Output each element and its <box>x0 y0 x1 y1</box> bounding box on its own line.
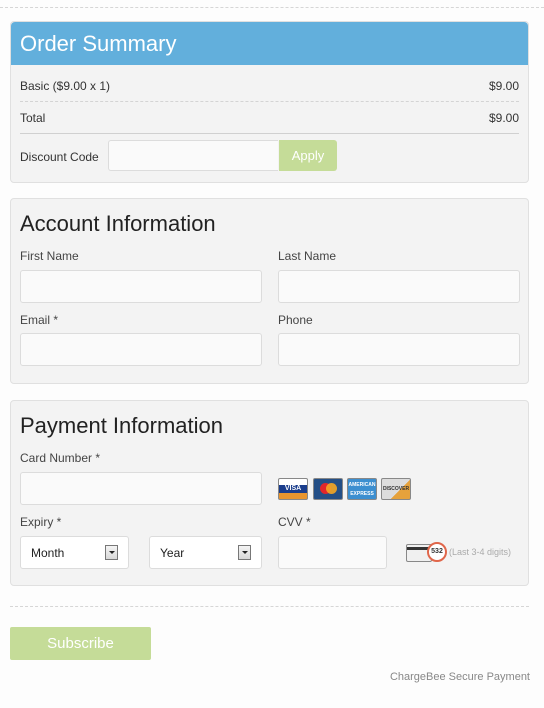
first-name-input[interactable] <box>20 270 262 303</box>
expiry-month-value: Month <box>31 546 65 560</box>
total-label: Total <box>20 111 46 125</box>
card-number-input[interactable] <box>20 472 262 505</box>
mastercard-card-icon <box>313 478 343 500</box>
expiry-label: Expiry * <box>20 515 62 529</box>
email-input[interactable] <box>20 333 262 366</box>
account-information-title: Account Information <box>20 211 216 236</box>
phone-input[interactable] <box>278 333 520 366</box>
email-label: Email * <box>20 313 59 327</box>
chevron-down-icon[interactable] <box>238 545 251 560</box>
account-information-panel: Account Information First Name Last Name… <box>10 198 529 384</box>
expiry-month-select[interactable]: Month <box>20 536 129 569</box>
line-item-row: Basic ($9.00 x 1) $9.00 <box>20 79 519 93</box>
expiry-year-select[interactable]: Year <box>149 536 262 569</box>
visa-card-icon: VISA <box>278 478 308 500</box>
payment-information-panel: Payment Information Card Number * VISA A… <box>10 400 529 586</box>
subscribe-button[interactable]: Subscribe <box>10 627 151 660</box>
cvv-input[interactable] <box>278 536 387 569</box>
top-divider <box>0 7 544 8</box>
order-summary-panel: Order Summary Basic ($9.00 x 1) $9.00 To… <box>10 21 529 183</box>
first-name-label: First Name <box>20 249 79 263</box>
cvv-hint: (Last 3-4 digits) <box>449 547 512 557</box>
cvv-label: CVV * <box>278 515 311 529</box>
apply-button[interactable]: Apply <box>279 140 337 171</box>
chevron-down-icon[interactable] <box>105 545 118 560</box>
phone-label: Phone <box>278 313 313 327</box>
discover-card-icon: DISCOVER <box>381 478 411 500</box>
payment-information-title: Payment Information <box>20 413 223 438</box>
last-name-label: Last Name <box>278 249 337 263</box>
secure-payment-footer: ChargeBee Secure Payment <box>389 671 530 683</box>
card-number-label: Card Number * <box>20 451 101 465</box>
divider <box>20 133 519 134</box>
order-summary-title: Order Summary <box>11 22 528 65</box>
divider <box>20 101 519 102</box>
line-item-amount: $9.00 <box>488 79 519 93</box>
bottom-divider <box>10 606 529 607</box>
total-row: Total $9.00 <box>20 111 519 125</box>
last-name-input[interactable] <box>278 270 520 303</box>
total-amount: $9.00 <box>488 111 519 125</box>
line-item-label: Basic ($9.00 x 1) <box>20 79 111 93</box>
discount-code-input[interactable] <box>108 140 278 171</box>
amex-card-icon: AMERICAN EXPRESS <box>347 478 377 500</box>
cvv-example-badge: 532 <box>427 542 447 562</box>
discount-code-label: Discount Code <box>20 150 99 164</box>
expiry-year-value: Year <box>160 546 185 560</box>
